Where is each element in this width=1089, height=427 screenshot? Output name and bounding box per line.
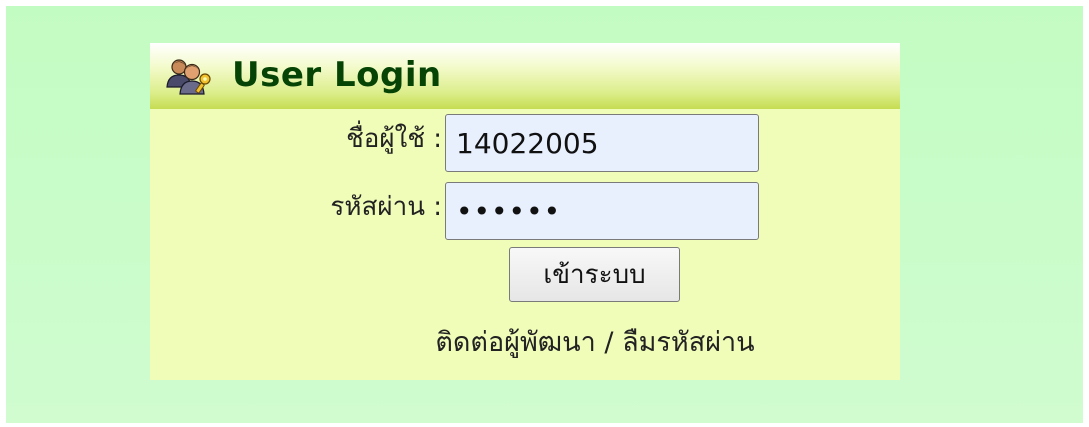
username-label: ชื่อผู้ใช้ : [346,124,442,154]
login-button[interactable]: เข้าระบบ [509,247,680,302]
login-panel: User Login ชื่อผู้ใช้ : รหัสผ่าน : เข้าร… [150,43,900,380]
contact-developer-link[interactable]: ติดต่อผู้พัฒนา [435,327,595,358]
login-title: User Login [232,55,442,95]
bottom-links: ติดต่อผู้พัฒนา / ลืมรหัสผ่าน [150,325,900,361]
forgot-password-link[interactable]: ลืมรหัสผ่าน [622,327,755,358]
users-key-icon [165,57,215,95]
password-input[interactable] [445,182,759,240]
username-input[interactable] [445,114,759,172]
link-separator: / [595,327,623,358]
password-label: รหัสผ่าน : [330,192,442,222]
login-header: User Login [150,43,900,109]
